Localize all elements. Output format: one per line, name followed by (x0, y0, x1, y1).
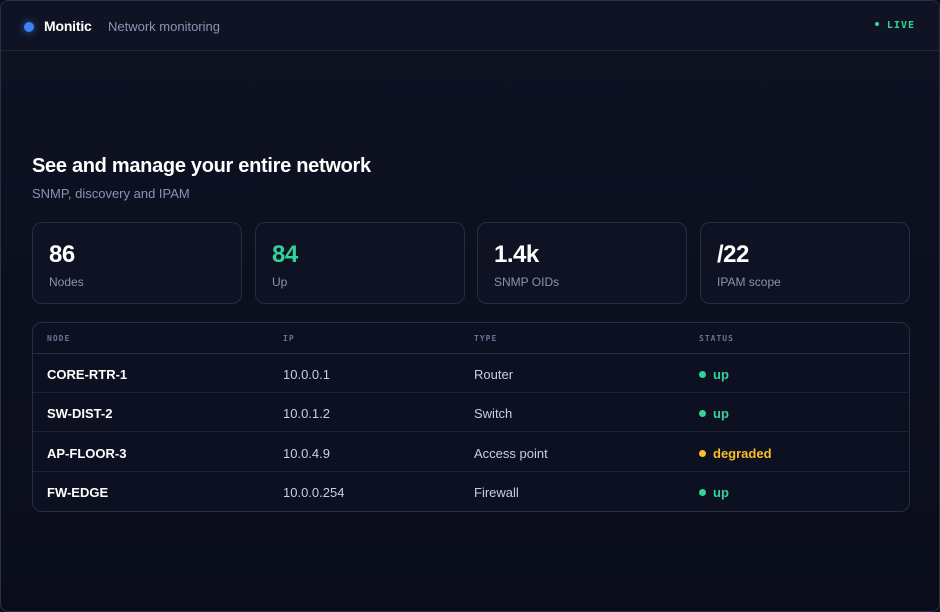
app-window: Monitic Network monitoring LIVE See and … (0, 0, 940, 612)
node-name: AP-FLOOR-3 (47, 446, 127, 461)
table-header: NODE IP TYPE STATUS (33, 323, 909, 354)
page-title: See and manage your entire network (32, 155, 371, 177)
node-ip: 10.0.0.1 (283, 367, 330, 382)
column-header-status[interactable]: STATUS (699, 334, 734, 343)
status-text: up (713, 406, 729, 421)
stat-value: 86 (49, 241, 75, 268)
node-name: FW-EDGE (47, 485, 109, 500)
status-dot-icon (699, 489, 706, 497)
status-dot-icon (699, 410, 706, 418)
stat-label: IPAM scope (717, 275, 781, 289)
nodes-table: NODE IP TYPE STATUS CORE-RTR-1 10.0.0.1 … (32, 322, 910, 512)
stat-card-snmp-oids: 1.4k SNMP OIDs (477, 222, 687, 304)
stat-card-ipam-scope: /22 IPAM scope (700, 222, 910, 304)
table-row[interactable]: CORE-RTR-1 10.0.0.1 Router up (33, 354, 909, 393)
top-bar: Monitic Network monitoring LIVE (1, 1, 939, 51)
stat-value: 1.4k (494, 241, 539, 268)
brand-tagline: Network monitoring (108, 19, 220, 34)
status-text: up (713, 485, 729, 500)
status-badge: degraded (699, 446, 772, 461)
status-text: up (713, 367, 729, 382)
status-text: degraded (713, 446, 772, 461)
stat-value: 84 (272, 241, 298, 268)
brand-name[interactable]: Monitic (44, 18, 92, 34)
column-header-ip[interactable]: IP (283, 334, 295, 343)
status-badge: up (699, 485, 729, 500)
brand-logo-dot-icon (24, 22, 34, 32)
node-type: Router (474, 367, 514, 382)
page-subtitle: SNMP, discovery and IPAM (32, 186, 190, 201)
node-ip: 10.0.0.254 (283, 485, 345, 500)
stat-value: /22 (717, 241, 749, 268)
stat-card-nodes: 86 Nodes (32, 222, 242, 304)
stat-label: Nodes (49, 275, 84, 289)
table-row[interactable]: FW-EDGE 10.0.0.254 Firewall up (33, 472, 909, 511)
column-header-node[interactable]: NODE (47, 334, 70, 343)
node-name: SW-DIST-2 (47, 406, 113, 421)
node-ip: 10.0.4.9 (283, 446, 330, 461)
status-badge: up (699, 367, 729, 382)
status-dot-icon (699, 450, 706, 458)
live-indicator: LIVE (874, 20, 915, 31)
stat-label: SNMP OIDs (494, 275, 560, 289)
node-ip: 10.0.1.2 (283, 406, 330, 421)
live-dot-icon (874, 22, 879, 26)
status-badge: up (699, 406, 729, 421)
stat-card-up: 84 Up (255, 222, 465, 304)
node-type: Switch (474, 406, 513, 421)
table-row[interactable]: AP-FLOOR-3 10.0.4.9 Access point degrade… (33, 433, 909, 472)
node-type: Firewall (474, 485, 519, 500)
column-header-type[interactable]: TYPE (474, 334, 497, 343)
table-row[interactable]: SW-DIST-2 10.0.1.2 Switch up (33, 393, 909, 432)
live-label: LIVE (886, 20, 915, 31)
status-dot-icon (699, 371, 706, 379)
stat-label: Up (272, 275, 288, 289)
node-name: CORE-RTR-1 (47, 367, 128, 382)
node-type: Access point (474, 446, 548, 461)
